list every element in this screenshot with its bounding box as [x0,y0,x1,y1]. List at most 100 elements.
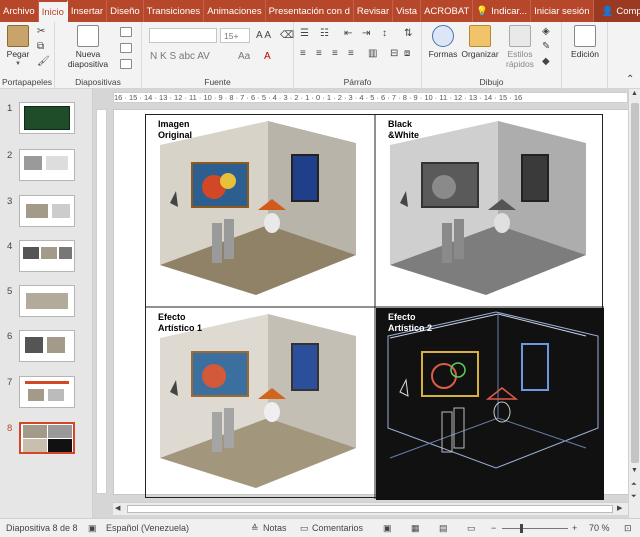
fit-to-window-icon[interactable]: ⊡ [624,523,632,534]
scroll-up-icon[interactable]: ▲ [631,90,638,97]
tab-archivo[interactable]: Archivo [0,0,39,22]
align-text-icon[interactable]: ⊟ [390,48,398,59]
bullets-icon[interactable]: ☰ [300,28,309,39]
font-color-icon[interactable]: A [264,51,271,62]
thumb-content [24,156,42,170]
thumb-content [23,425,47,438]
tab-presentacion[interactable]: Presentación con d [266,0,354,22]
thumb-content [52,204,70,218]
slide-thumbnail-8[interactable] [19,422,75,454]
tab-insertar[interactable]: Insertar [68,0,108,22]
lightbulb-icon: 💡 [476,5,489,17]
case-icon[interactable]: Aa [238,51,250,62]
tab-vista[interactable]: Vista [393,0,422,22]
tab-revisar[interactable]: Revisar [354,0,394,22]
shape-effects-icon[interactable]: ◆ [542,56,550,67]
numbering-icon[interactable]: ☷ [320,28,329,39]
arrange-button[interactable]: Organizar [460,25,500,59]
align-right-icon[interactable]: ≡ [332,48,338,59]
editing-button[interactable]: Edición [566,25,604,59]
format-painter-icon[interactable]: 🖌 [37,56,50,67]
prev-slide-icon[interactable]: ⏶ [631,481,637,489]
image-black-white[interactable]: Black &White [376,115,604,307]
thumb-content [24,106,70,130]
outdent-icon[interactable]: ⇥ [362,28,370,39]
image-artistic-1[interactable]: Efecto Artístico 1 [146,308,374,500]
quick-styles-button[interactable]: Estilos rápidos [502,25,538,69]
label-original: Imagen Original [158,119,193,140]
layout-icon[interactable] [120,27,132,37]
reading-view-icon[interactable]: ▤ [439,523,448,534]
clear-format-icon[interactable]: ⌫ [280,30,294,41]
slide-thumbnail-7[interactable] [19,376,75,408]
indent-icon[interactable]: ⇤ [344,28,352,39]
thumb-content [46,156,68,170]
spellcheck-icon[interactable]: ▣ [88,523,97,534]
vertical-scrollbar[interactable]: ▲ ▼ ⏶ ⏷ [628,89,640,518]
tab-inicio[interactable]: Inicio [38,0,68,22]
shapes-button[interactable]: Formas [426,25,460,59]
comments-icon: ▭ [300,523,309,533]
horizontal-scrollbar[interactable]: ◀ ▶ [113,502,628,515]
clipboard-icon [7,25,29,47]
scroll-left-icon[interactable]: ◀ [115,504,120,512]
tab-animaciones[interactable]: Animaciones [204,0,266,22]
align-center-icon[interactable]: ≡ [316,48,322,59]
paste-button[interactable]: Pegar ▼ [4,25,32,69]
tab-acrobat[interactable]: ACROBAT [421,0,474,22]
notes-button[interactable]: Notas [263,523,287,533]
current-slide[interactable]: Imagen Original Black &White Efecto Artí… [113,109,629,500]
slide-thumbnail-3[interactable] [19,195,75,227]
signin-link[interactable]: Iniciar sesión [531,0,594,22]
share-button[interactable]: 👤 Compartir [593,0,640,22]
slideshow-icon[interactable]: ▭ [467,523,476,534]
hscroll-thumb[interactable] [127,505,613,513]
thumb-content [28,389,44,401]
reset-icon[interactable] [120,43,132,53]
justify-icon[interactable]: ≡ [348,48,354,59]
section-icon[interactable] [120,59,132,69]
slide-thumbnail-1[interactable] [19,102,75,134]
new-slide-icon [77,25,99,47]
next-slide-icon[interactable]: ⏷ [631,493,637,501]
comments-button[interactable]: Comentarios [312,523,363,533]
smartart-icon[interactable]: ⧈ [404,48,410,59]
tell-me-search[interactable]: 💡 Indicar... [473,0,532,22]
columns-icon[interactable]: ▥ [368,48,377,59]
slide-thumbnail-6[interactable] [19,330,75,362]
language-status[interactable]: Español (Venezuela) [106,523,189,533]
line-spacing-icon[interactable]: ↕ [382,28,387,39]
image-original[interactable]: Imagen Original [146,115,374,307]
zoom-out-icon[interactable]: − [491,523,496,533]
align-left-icon[interactable]: ≡ [300,48,306,59]
shape-outline-icon[interactable]: ✎ [542,41,550,52]
tab-diseno[interactable]: Diseño [107,0,144,22]
slide-sorter-icon[interactable]: ▦ [411,523,420,534]
new-slide-button[interactable]: Nueva diapositiva [65,25,111,69]
normal-view-icon[interactable]: ▣ [383,523,392,534]
scroll-right-icon[interactable]: ▶ [617,504,622,512]
copy-icon[interactable]: ⧉ [37,41,44,52]
image-artistic-2[interactable]: Efecto Artístico 2 [376,308,604,500]
shape-fill-icon[interactable]: ◈ [542,26,550,37]
quick-styles-icon [509,25,531,47]
font-format-buttons[interactable]: N K S abc AV [150,51,210,62]
collapse-ribbon-icon[interactable]: ⌃ [626,74,634,85]
zoom-in-icon[interactable]: + [572,523,577,533]
grow-shrink-font-icon[interactable]: A A [256,30,271,41]
zoom-slider[interactable] [502,524,568,533]
slide-thumbnail-2[interactable] [19,149,75,181]
scroll-down-icon[interactable]: ▼ [631,467,638,474]
scroll-thumb[interactable] [631,103,639,463]
slide-thumbnail-5[interactable] [19,285,75,317]
cut-icon[interactable]: ✂ [37,26,45,37]
slide-thumbnail-4[interactable] [19,240,75,272]
text-direction-icon[interactable]: ⇅ [404,28,412,39]
zoom-slider-thumb[interactable] [520,524,523,533]
font-size-input[interactable]: 15+ [220,28,250,43]
zoom-level[interactable]: 70 % [589,523,610,533]
font-name-input[interactable] [149,28,217,43]
slide-number: 3 [7,196,13,207]
slide-number: 8 [7,423,13,434]
tab-transiciones[interactable]: Transiciones [144,0,205,22]
